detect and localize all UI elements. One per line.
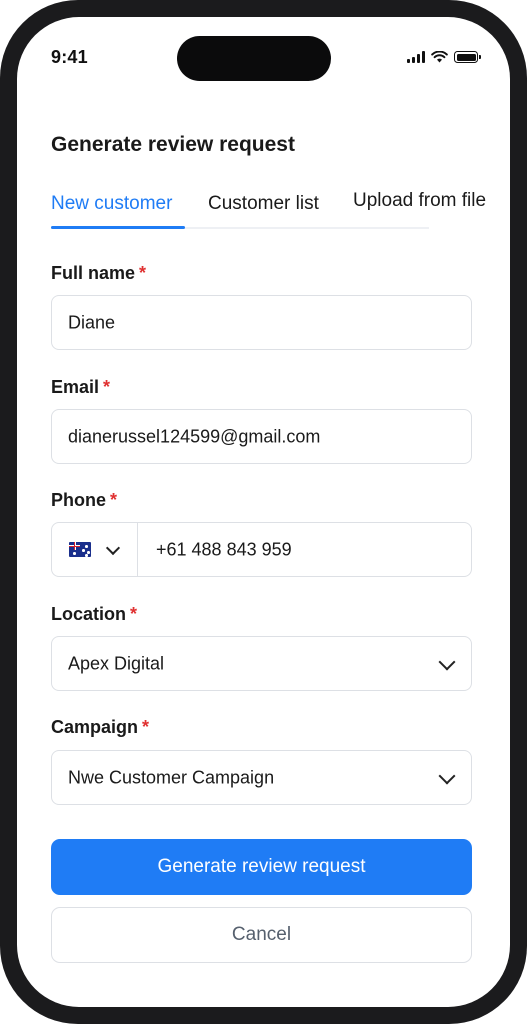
required-marker: * xyxy=(103,377,111,397)
country-code-selector[interactable] xyxy=(52,523,138,576)
location-value: Apex Digital xyxy=(68,653,165,673)
tab-bar: New customer Customer list Upload from f… xyxy=(51,187,486,229)
full-name-label: Full name * xyxy=(51,263,146,284)
phone-label: Phone * xyxy=(51,490,117,511)
campaign-value: Nwe Customer Campaign xyxy=(68,767,275,787)
location-select[interactable]: Apex Digital xyxy=(51,636,472,691)
full-name-label-text: Full name xyxy=(51,263,136,283)
email-label: Email * xyxy=(51,377,110,398)
cancel-button[interactable]: Cancel xyxy=(51,907,472,963)
campaign-select[interactable]: Nwe Customer Campaign xyxy=(51,750,472,805)
email-value: dianerussel124599@gmail.com xyxy=(68,426,321,446)
phone-frame: 9:41 Generate review request New custome… xyxy=(0,0,527,1024)
required-marker: * xyxy=(139,263,147,283)
australia-flag-icon xyxy=(69,542,91,557)
campaign-label: Campaign * xyxy=(51,717,149,738)
campaign-label-text: Campaign xyxy=(51,717,139,737)
dynamic-island xyxy=(177,36,331,81)
phone-field: +61 488 843 959 xyxy=(51,522,472,577)
full-name-field[interactable]: Diane xyxy=(51,295,472,350)
phone-number-input[interactable]: +61 488 843 959 xyxy=(156,539,292,560)
generate-review-request-button[interactable]: Generate review request xyxy=(51,839,472,895)
location-label: Location * xyxy=(51,604,137,625)
chevron-down-icon xyxy=(438,653,456,670)
chevron-down-icon xyxy=(438,767,456,784)
battery-icon xyxy=(454,51,481,63)
chevron-down-icon xyxy=(105,540,121,556)
required-marker: * xyxy=(110,490,118,510)
tab-upload-from-file[interactable]: Upload from file xyxy=(353,190,486,212)
tab-active-indicator xyxy=(51,226,185,229)
email-field[interactable]: dianerussel124599@gmail.com xyxy=(51,409,472,464)
screen: 9:41 Generate review request New custome… xyxy=(17,17,510,1007)
email-label-text: Email xyxy=(51,377,100,397)
location-label-text: Location xyxy=(51,604,126,624)
required-marker: * xyxy=(142,717,150,737)
status-icons xyxy=(407,51,481,63)
tab-new-customer[interactable]: New customer xyxy=(51,193,172,215)
full-name-value: Diane xyxy=(68,312,116,332)
page-title: Generate review request xyxy=(51,133,295,156)
tab-customer-list[interactable]: Customer list xyxy=(208,193,319,215)
status-time: 9:41 xyxy=(51,47,88,67)
wifi-icon xyxy=(431,51,448,63)
phone-label-text: Phone xyxy=(51,490,107,510)
required-marker: * xyxy=(130,604,138,624)
signal-icon xyxy=(407,51,425,63)
